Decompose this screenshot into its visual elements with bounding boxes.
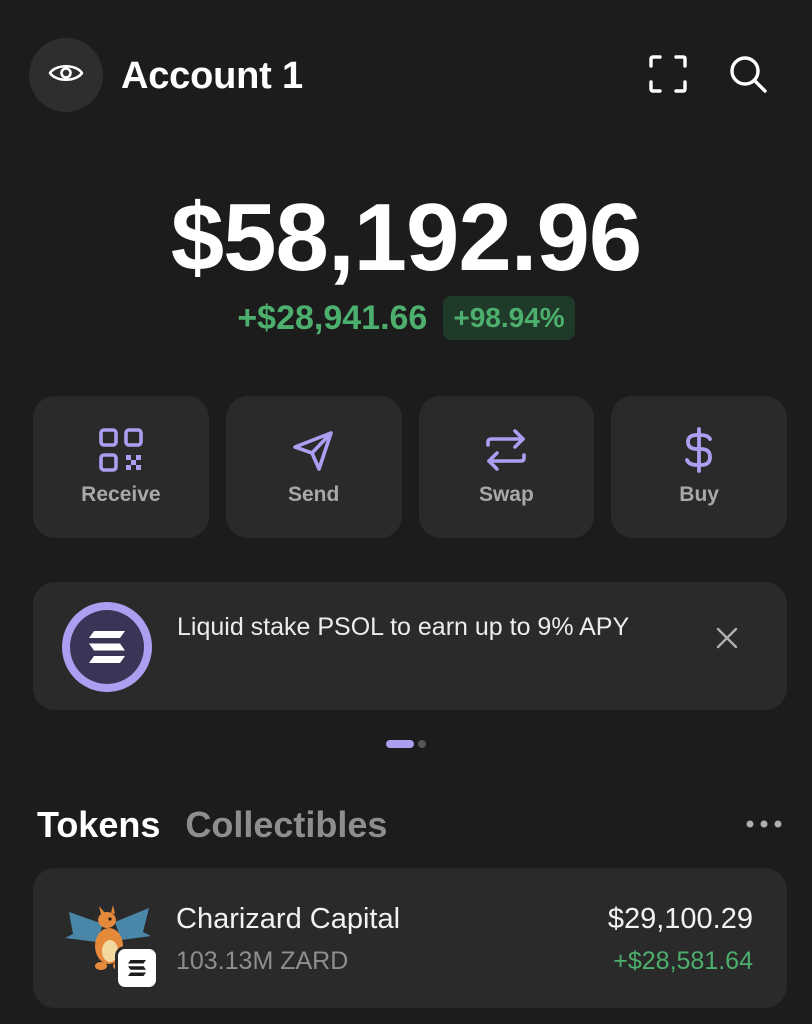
send-label: Send xyxy=(287,483,340,506)
toggle-visibility-button[interactable] xyxy=(29,38,103,112)
tab-tokens[interactable]: Tokens xyxy=(37,802,160,848)
solana-badge-icon xyxy=(115,946,159,990)
receive-label: Receive xyxy=(81,483,161,506)
eye-icon xyxy=(48,61,84,90)
receive-button[interactable]: Receive xyxy=(33,396,209,538)
promo-close-button[interactable] xyxy=(711,624,743,656)
carousel-pager[interactable] xyxy=(386,740,426,748)
token-value: $29,100.29 xyxy=(607,903,753,935)
dollar-icon xyxy=(675,426,723,474)
scan-button[interactable] xyxy=(646,54,690,98)
balance-change-row: +$28,941.66 +98.94% xyxy=(0,296,812,340)
action-buttons: Receive Send Swap Buy xyxy=(33,396,787,538)
asset-tabs: Tokens Collectibles xyxy=(37,802,387,848)
balance-change-percent-badge: +98.94% xyxy=(443,296,575,340)
wallet-home-screen: Account 1 $58,192.96 +$28,941.66 +98.94% xyxy=(0,0,812,1024)
swap-icon xyxy=(482,426,530,474)
token-row[interactable]: Charizard Capital 103.13M ZARD $29,100.2… xyxy=(33,868,787,1008)
promo-banner[interactable]: Liquid stake PSOL to earn up to 9% APY xyxy=(33,582,787,710)
more-horizontal-icon xyxy=(746,815,782,833)
close-icon xyxy=(715,626,739,655)
swap-button[interactable]: Swap xyxy=(418,396,595,538)
swap-label: Swap xyxy=(478,483,534,506)
pager-dot-active[interactable] xyxy=(386,740,414,748)
search-icon xyxy=(727,53,769,100)
balance-change-amount: +$28,941.66 xyxy=(237,299,428,337)
pager-dot[interactable] xyxy=(418,740,426,748)
total-balance: $58,192.96 xyxy=(170,184,642,291)
send-icon xyxy=(290,426,338,474)
promo-text: Liquid stake PSOL to earn up to 9% APY xyxy=(177,613,630,641)
token-amount: 103.13M ZARD xyxy=(176,947,349,975)
token-change: +$28,581.64 xyxy=(613,947,753,975)
solana-logo-icon xyxy=(62,602,152,692)
send-button[interactable]: Send xyxy=(225,396,402,538)
account-name[interactable]: Account 1 xyxy=(121,52,303,100)
tab-collectibles[interactable]: Collectibles xyxy=(185,802,387,848)
buy-button[interactable]: Buy xyxy=(611,396,787,538)
scan-icon xyxy=(648,54,688,99)
search-button[interactable] xyxy=(725,53,771,99)
more-options-button[interactable] xyxy=(744,812,784,836)
qr-code-icon xyxy=(97,426,145,474)
buy-label: Buy xyxy=(679,483,719,506)
token-name: Charizard Capital xyxy=(176,903,401,935)
